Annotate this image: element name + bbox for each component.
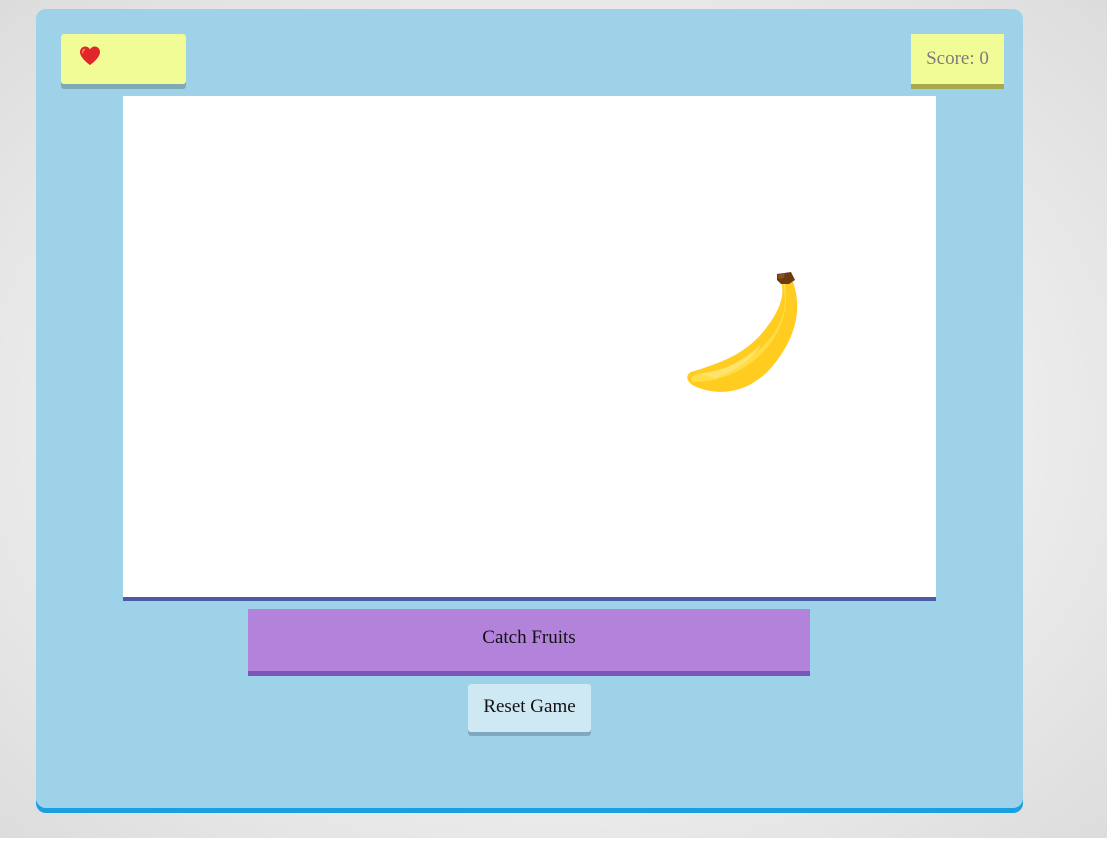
score-display: Score: 0 xyxy=(911,34,1004,84)
play-area[interactable] xyxy=(123,96,936,597)
heart-icon xyxy=(80,46,100,65)
game-frame: Score: 0 Catch Fruits Reset Game xyxy=(36,9,1023,813)
page-bottom-band xyxy=(0,838,1107,844)
catch-fruits-button[interactable]: Catch Fruits xyxy=(248,609,810,671)
reset-game-button[interactable]: Reset Game xyxy=(468,684,591,732)
lives-panel xyxy=(61,34,186,84)
banana-icon[interactable] xyxy=(685,270,815,400)
